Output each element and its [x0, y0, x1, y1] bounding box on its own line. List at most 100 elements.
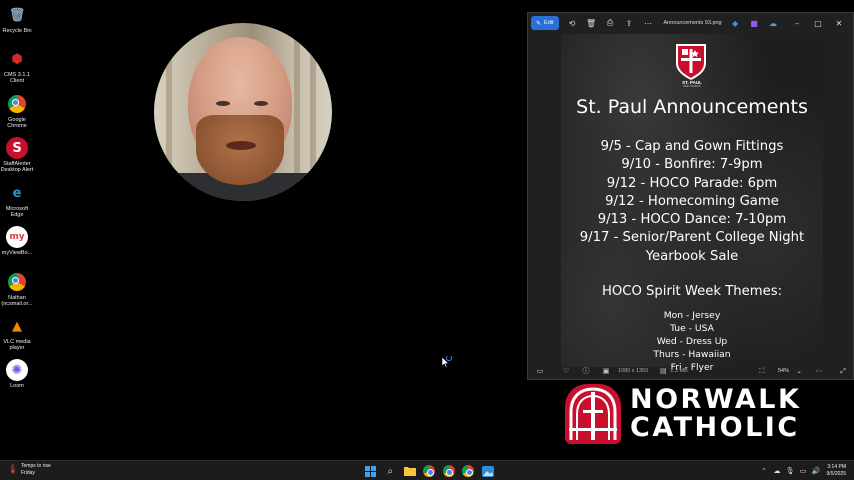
start-button-icon[interactable]: [361, 464, 381, 478]
desktop-icon-label: Loom: [10, 383, 24, 389]
webcam-overlay: [154, 23, 332, 201]
onedrive-icon[interactable]: ☁: [764, 16, 783, 30]
desktop-icon-staffalerter[interactable]: S StaffAlerter Desktop Alert: [0, 137, 34, 173]
weather-day: Friday: [21, 469, 35, 476]
chevron-up-icon[interactable]: ⌃: [758, 467, 771, 475]
church-arch-icon: [569, 387, 617, 440]
event-item: 9/13 - HOCO Dance: 7-10pm: [597, 212, 787, 228]
announcement-image: ST. PAUL HIGH SCHOOL St. Paul Announceme…: [561, 34, 823, 373]
file-explorer-icon[interactable]: [400, 464, 420, 478]
rotate-icon[interactable]: ⟲: [563, 16, 582, 30]
zoom-level[interactable]: 54%: [778, 368, 789, 374]
clock-date: 9/5/2025: [826, 470, 846, 477]
logo-line-1: NORWALK: [630, 384, 802, 415]
filmstrip-icon[interactable]: ▭: [530, 367, 550, 375]
desktop-icon-label: myViewBo...: [1, 250, 33, 256]
dimensions-icon: ▣: [602, 367, 610, 375]
vlc-media-player-icon: ▲: [12, 318, 22, 334]
file-size-icon: ▤: [659, 367, 667, 375]
viewer-toolbar: ✎ Edit ⟲ 🗑 ⎙ ⇪ ⋯ Announcements 93.png ◆ …: [528, 13, 853, 33]
clipchamp-icon[interactable]: ■: [745, 16, 764, 30]
event-list: 9/5 - Cap and Gown Fittings 9/10 - Bonfi…: [561, 138, 823, 266]
theme-item: Thurs - Hawaiian: [653, 349, 731, 360]
st-paul-crest-icon: [676, 44, 706, 80]
designer-icon[interactable]: ◆: [726, 16, 745, 30]
desktop-icon-label: VLC media player: [3, 339, 31, 351]
search-icon[interactable]: ⌕: [381, 464, 401, 478]
print-icon[interactable]: ⎙: [601, 16, 620, 30]
onedrive-tray-icon[interactable]: ☁: [771, 467, 784, 475]
school-subtitle: HIGH SCHOOL: [682, 85, 702, 88]
presenter-eye: [254, 101, 268, 106]
chrome-taskbar-icon[interactable]: [459, 464, 479, 478]
event-item: 9/5 - Cap and Gown Fittings: [600, 139, 784, 154]
weather-widget[interactable]: 🌡 Temps to rise Friday: [7, 463, 50, 476]
desktop-icon-microsoft-edge[interactable]: e Microsoft Edge: [0, 182, 34, 219]
edit-label: Edit: [544, 20, 554, 26]
more-options-icon[interactable]: ⋯: [639, 16, 658, 30]
event-item: 9/12 - Homecoming Game: [605, 193, 779, 209]
event-item: Yearbook Sale: [645, 248, 739, 264]
clock[interactable]: 3:14 PM 9/5/2025: [827, 464, 846, 477]
taskbar-apps: ⌕: [361, 464, 498, 478]
close-icon[interactable]: ✕: [829, 16, 850, 30]
microphone-icon[interactable]: 🎙: [784, 467, 797, 475]
chrome-profile-icon: [6, 271, 28, 293]
network-icon[interactable]: ▭: [797, 467, 810, 475]
file-name: Announcements 93.png: [663, 20, 722, 26]
event-item: 9/12 - HOCO Parade: 6pm: [606, 175, 778, 191]
minimize-icon[interactable]: –: [787, 16, 808, 30]
myviewboard-icon: my: [6, 226, 28, 248]
volume-icon[interactable]: 🔊: [810, 467, 823, 475]
desktop-icon-label: Microsoft Edge: [5, 206, 29, 218]
desktop-icon-cms-client[interactable]: ⬢ CMS 3.1.1 Client: [0, 48, 34, 85]
theme-item: Tue - USA: [670, 323, 714, 334]
logo-mark: [565, 384, 621, 444]
delete-icon[interactable]: 🗑: [582, 16, 601, 30]
desktop-icon-myviewboard[interactable]: my myViewBo...: [0, 226, 34, 256]
norwalk-catholic-logo: NORWALK CATHOLIC: [563, 384, 823, 444]
desktop-icon-label: Nathan (ncsmail.or...: [1, 295, 33, 307]
staffalerter-icon: S: [6, 137, 28, 159]
desktop-icon-recycle-bin[interactable]: 🗑 Recycle Bin: [0, 4, 34, 35]
maximize-icon[interactable]: □: [808, 16, 829, 30]
desktop-icon-vlc-media-player[interactable]: ▲ VLC media player: [0, 315, 34, 352]
thermometer-icon: 🌡: [7, 464, 19, 475]
taskbar: 🌡 Temps to rise Friday ⌕ ⌃ ☁ 🎙 ▭ 🔊 3:14 …: [0, 460, 854, 480]
edit-icon: ✎: [536, 19, 542, 27]
google-chrome-icon: [6, 93, 28, 115]
desktop-icon-label: Recycle Bin: [2, 28, 32, 34]
clock-time: 3:14 PM: [827, 464, 846, 470]
desktop-icon-chrome-profile[interactable]: Nathan (ncsmail.or...: [0, 271, 34, 307]
desktop-icon-label: CMS 3.1.1 Client: [4, 72, 30, 84]
desktop-icon-loom[interactable]: ✺ Loom: [0, 359, 34, 389]
photos-taskbar-icon[interactable]: [478, 464, 498, 478]
system-tray: ⌃ ☁ 🎙 ▭ 🔊 3:14 PM 9/5/2025: [758, 464, 846, 477]
poster-title: St. Paul Announcements: [576, 96, 808, 118]
loom-icon: ✺: [6, 359, 28, 381]
event-item: 9/17 - Senior/Parent College Night: [579, 230, 805, 246]
presenter-beard: [196, 115, 284, 185]
desktop-icon-label: Google Chrome: [7, 117, 27, 129]
microsoft-edge-icon: e: [12, 185, 22, 201]
more-options-icon[interactable]: ⋯: [809, 367, 829, 375]
event-item: 9/10 - Bonfire: 7-9pm: [621, 157, 763, 173]
file-size: 1.3 MB: [670, 368, 688, 374]
desktop-icon-google-chrome[interactable]: Google Chrome: [0, 93, 34, 129]
photos-viewer-window[interactable]: ✎ Edit ⟲ 🗑 ⎙ ⇪ ⋯ Announcements 93.png ◆ …: [527, 12, 854, 380]
edit-button[interactable]: ✎ Edit: [531, 16, 559, 30]
favorite-icon[interactable]: ♡: [556, 367, 576, 375]
share-icon[interactable]: ⇪: [620, 16, 639, 30]
fit-to-window-icon[interactable]: ⛶: [752, 367, 772, 376]
desktop-icon-label: StaffAlerter Desktop Alert: [0, 161, 34, 173]
info-icon[interactable]: ⓘ: [576, 366, 596, 376]
image-dimensions: 1080 x 1350: [618, 368, 649, 374]
viewer-status-bar: ▭ ♡ ⓘ ▣ 1080 x 1350 ▤ 1.3 MB ⛶ 54% ⌄ ⋯ ⤢: [528, 363, 853, 379]
fullscreen-icon[interactable]: ⤢: [833, 367, 853, 376]
presenter-mouth: [226, 141, 256, 150]
recycle-bin-icon: 🗑: [8, 7, 26, 23]
chrome-taskbar-icon[interactable]: [420, 464, 440, 478]
chrome-taskbar-icon[interactable]: [439, 464, 459, 478]
theme-item: Wed - Dress Up: [656, 336, 728, 347]
zoom-dropdown-icon[interactable]: ⌄: [793, 367, 805, 375]
